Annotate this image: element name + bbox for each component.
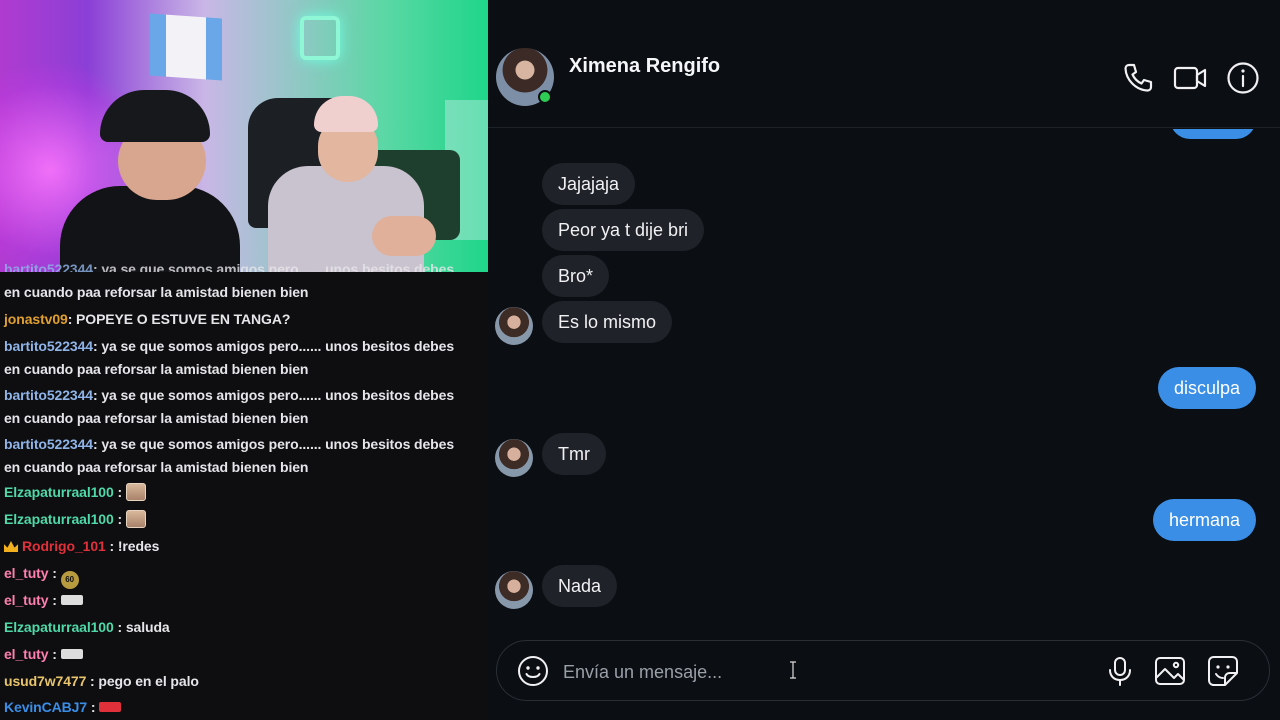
chat-text: : pego en el palo	[86, 673, 199, 689]
emoji-icon[interactable]	[516, 654, 550, 688]
outgoing-bubble-partial	[1170, 129, 1256, 139]
chat-username[interactable]: bartito522344	[4, 261, 93, 272]
chat-text: : saluda	[113, 619, 170, 635]
chat-message: bartito522344: ya se que somos amigos pe…	[4, 384, 474, 430]
chat-username[interactable]: bartito522344	[4, 387, 93, 403]
incoming-message[interactable]: Tmr	[542, 433, 606, 475]
chat-message: Rodrigo_101 : !redes	[4, 535, 474, 558]
screen: bartito522344: ya se que somos amigos pe…	[0, 0, 1280, 720]
chat-text: :	[113, 484, 123, 500]
phone-icon[interactable]	[1120, 60, 1156, 96]
chat-text: : ya se que somos amigos pero...... unos…	[92, 261, 455, 272]
chat-username[interactable]: bartito522344	[4, 338, 93, 354]
chat-message: Elzapaturraal100 :	[4, 508, 474, 531]
message-composer	[496, 640, 1270, 701]
text-cursor-icon	[789, 661, 797, 679]
dm-panel: Ximena Rengifo Jajajaja Peor ya t dije b…	[488, 0, 1280, 720]
streamer-left	[60, 90, 250, 272]
chat-text: : POPEYE O ESTUVE EN TANGA?	[67, 311, 291, 327]
chat-message: bartito522344: ya se que somos amigos pe…	[4, 258, 474, 272]
chat-text: :	[48, 565, 57, 581]
chat-text: : ya se que somos amigos pero...... unos…	[92, 338, 455, 354]
chat-username[interactable]: Elzapaturraal100	[4, 619, 114, 635]
incoming-message[interactable]: Es lo mismo	[542, 301, 673, 343]
chat-text: :	[113, 511, 123, 527]
conversation-header: Ximena Rengifo	[488, 0, 1280, 128]
chat-text: :	[48, 592, 57, 608]
chat-username[interactable]: Rodrigo_101	[22, 538, 106, 554]
chat-message: el_tuty : 60	[4, 562, 474, 589]
chat-username[interactable]: el_tuty	[4, 646, 49, 662]
chat-message: Elzapaturraal100 :	[4, 481, 474, 504]
chat-text: en cuando paa reforsar la amistad bienen…	[4, 361, 309, 377]
sender-avatar[interactable]	[495, 307, 533, 345]
streamer-right	[262, 96, 436, 272]
sender-avatar[interactable]	[495, 439, 533, 477]
stream-chat: bartito522344: ya se que somos amigos pe…	[0, 261, 488, 720]
chat-username[interactable]: jonastv09	[4, 311, 68, 327]
chat-username[interactable]: usud7w7477	[4, 673, 86, 689]
online-status-dot	[538, 90, 552, 104]
outgoing-message[interactable]: hermana	[1152, 499, 1256, 541]
chat-username[interactable]: bartito522344	[4, 436, 93, 452]
chat-username[interactable]: Elzapaturraal100	[4, 511, 114, 527]
chat-message: jonastv09: POPEYE O ESTUVE EN TANGA?	[4, 308, 474, 331]
chat-username[interactable]: el_tuty	[4, 565, 49, 581]
chat-text: : !redes	[105, 538, 160, 554]
small-emote-icon	[60, 649, 83, 659]
message-input[interactable]	[563, 655, 1083, 689]
incoming-message[interactable]: Bro*	[542, 255, 610, 297]
outgoing-message[interactable]: disculpa	[1157, 367, 1256, 409]
chat-username[interactable]: Elzapaturraal100	[4, 484, 114, 500]
chat-message: el_tuty :	[4, 589, 474, 612]
sender-avatar[interactable]	[495, 571, 533, 609]
stream-panel: bartito522344: ya se que somos amigos pe…	[0, 0, 488, 720]
chat-text: : ya se que somos amigos pero...... unos…	[92, 436, 455, 452]
microphone-icon[interactable]	[1103, 654, 1137, 688]
incoming-message[interactable]: Jajajaja	[542, 163, 636, 205]
face-emote-icon	[125, 510, 146, 528]
stream-video[interactable]	[0, 0, 488, 272]
face-emote-icon	[125, 483, 146, 501]
chat-message: bartito522344: ya se que somos amigos pe…	[4, 433, 474, 479]
crown-badge-icon	[4, 541, 18, 552]
chat-text: en cuando paa reforsar la amistad bienen…	[4, 459, 309, 475]
chat-username[interactable]: el_tuty	[4, 592, 49, 608]
neon-logo	[300, 16, 340, 60]
chat-text: : ya se que somos amigos pero...... unos…	[92, 387, 455, 403]
video-call-icon[interactable]	[1172, 60, 1208, 96]
incoming-message[interactable]: Nada	[542, 565, 618, 607]
small-emote-icon	[60, 595, 83, 605]
incoming-message[interactable]: Peor ya t dije bri	[542, 209, 705, 251]
sticker-icon[interactable]	[1206, 654, 1240, 688]
chat-message: bartito522344: ya se que somos amigos pe…	[4, 335, 474, 381]
chat-message: KevinCABJ7 :	[4, 696, 474, 719]
argentina-flag	[150, 13, 222, 81]
chat-text: en cuando paa reforsar la amistad bienen…	[4, 410, 309, 426]
chat-message: Elzapaturraal100 : saluda	[4, 616, 474, 639]
chat-message: usud7w7477 : pego en el palo	[4, 670, 474, 693]
sixty-emote-icon: 60	[60, 571, 79, 589]
chat-username[interactable]: KevinCABJ7	[4, 699, 87, 715]
chat-text: :	[48, 646, 57, 662]
chat-message: el_tuty :	[4, 643, 474, 666]
message-thread[interactable]: Jajajaja Peor ya t dije bri Bro* Es lo m…	[488, 129, 1280, 629]
chat-text: :	[87, 699, 96, 715]
chat-text: en cuando paa reforsar la amistad bienen…	[4, 284, 309, 300]
thread-scrollbar[interactable]	[1276, 129, 1280, 629]
image-icon[interactable]	[1153, 654, 1187, 688]
info-icon[interactable]	[1225, 60, 1261, 96]
contact-name[interactable]: Ximena Rengifo	[569, 55, 720, 78]
red-emote-icon	[99, 702, 122, 712]
chat-message-cont: en cuando paa reforsar la amistad bienen…	[4, 281, 474, 304]
